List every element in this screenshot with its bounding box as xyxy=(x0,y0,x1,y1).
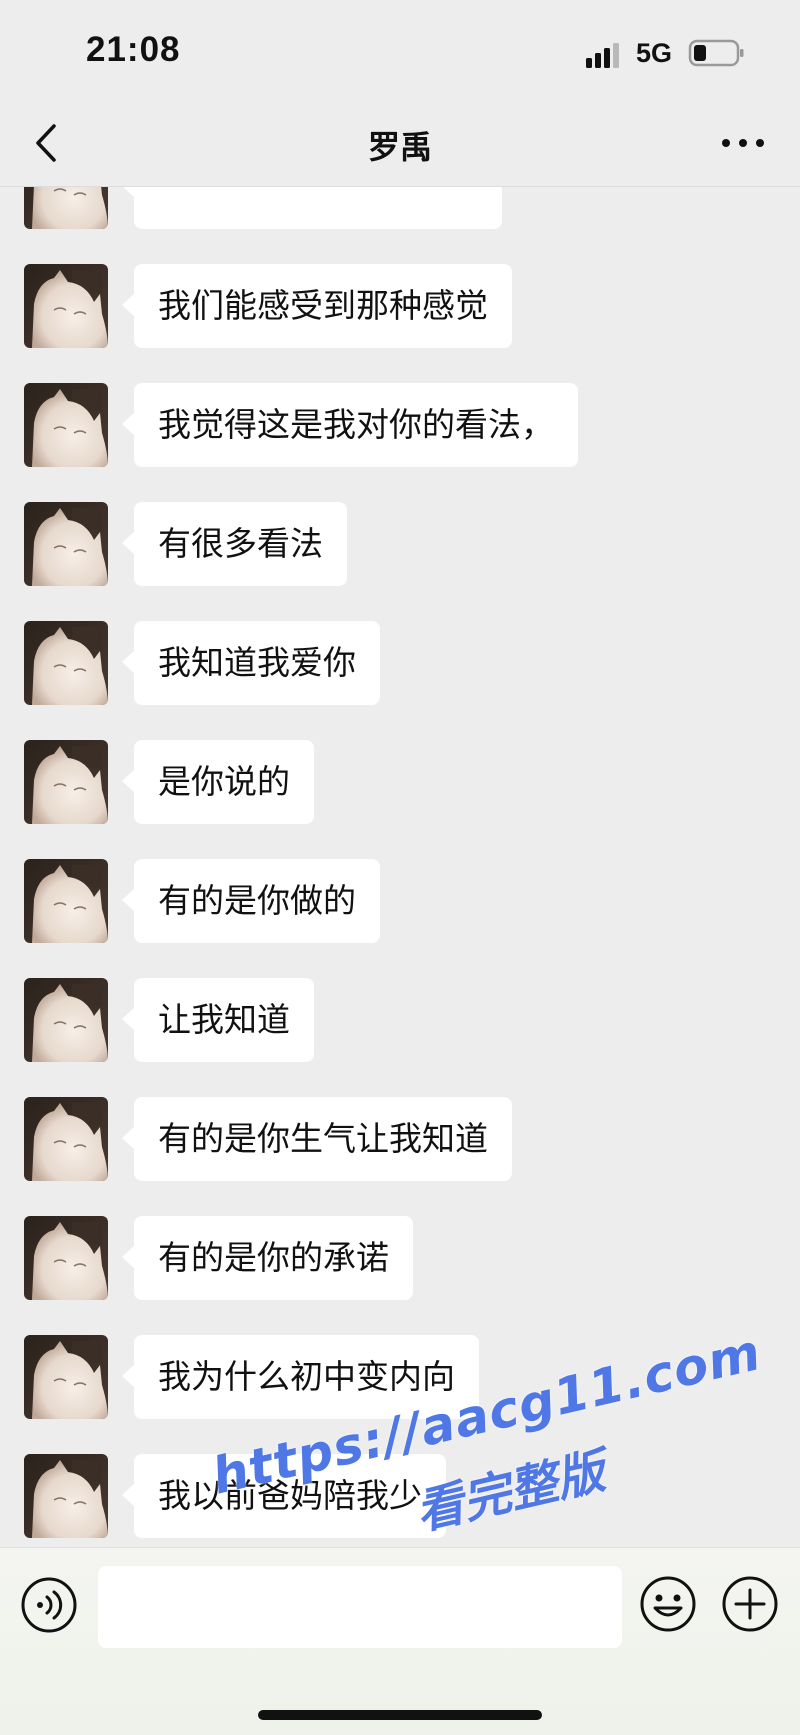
message-bubble[interactable] xyxy=(122,187,502,229)
avatar[interactable] xyxy=(24,1216,108,1300)
emoji-icon[interactable] xyxy=(638,1574,698,1634)
message-row: 有的是你生气让我知道 xyxy=(0,1097,800,1187)
message-bubble[interactable]: 有很多看法 xyxy=(122,502,347,586)
message-bubble[interactable]: 是你说的 xyxy=(122,740,314,824)
message-row: 是你说的 xyxy=(0,740,800,830)
network-type: 5G xyxy=(636,38,673,68)
message-bubble[interactable]: 有的是你的承诺 xyxy=(122,1216,413,1300)
avatar[interactable] xyxy=(24,264,108,348)
message-bubble[interactable]: 我觉得这是我对你的看法， xyxy=(122,383,578,467)
message-row: 我知道我爱你 xyxy=(0,621,800,711)
message-row: 我觉得这是我对你的看法， xyxy=(0,383,800,473)
home-indicator xyxy=(258,1710,542,1720)
avatar[interactable] xyxy=(24,740,108,824)
message-row: 有很多看法 xyxy=(0,502,800,592)
plus-icon[interactable] xyxy=(720,1574,780,1634)
message-bubble[interactable]: 我知道我爱你 xyxy=(122,621,380,705)
avatar[interactable] xyxy=(24,383,108,467)
avatar[interactable] xyxy=(24,187,108,229)
more-dots-icon[interactable] xyxy=(718,128,768,158)
battery-icon xyxy=(688,39,744,67)
avatar[interactable] xyxy=(24,978,108,1062)
voice-icon[interactable] xyxy=(20,1576,78,1634)
avatar[interactable] xyxy=(24,502,108,586)
message-bubble[interactable]: 我们能感受到那种感觉 xyxy=(122,264,512,348)
avatar[interactable] xyxy=(24,621,108,705)
message-bubble[interactable]: 有的是你生气让我知道 xyxy=(122,1097,512,1181)
avatar[interactable] xyxy=(24,1335,108,1419)
message-row: 有的是你做的 xyxy=(0,859,800,949)
avatar[interactable] xyxy=(24,1454,108,1538)
chat-title: 罗禹 xyxy=(367,128,432,166)
avatar[interactable] xyxy=(24,1097,108,1181)
message-row: 让我知道 xyxy=(0,978,800,1068)
chat-header: 罗禹 xyxy=(0,100,800,187)
status-bar: 21:08 5G xyxy=(0,0,800,100)
message-row xyxy=(0,187,800,235)
message-row: 有的是你的承诺 xyxy=(0,1216,800,1306)
signal-bars-icon xyxy=(586,43,619,68)
status-time: 21:08 xyxy=(86,30,181,69)
message-bubble[interactable]: 有的是你做的 xyxy=(122,859,380,943)
message-bubble[interactable]: 让我知道 xyxy=(122,978,314,1062)
message-row: 我们能感受到那种感觉 xyxy=(0,264,800,354)
avatar[interactable] xyxy=(24,859,108,943)
